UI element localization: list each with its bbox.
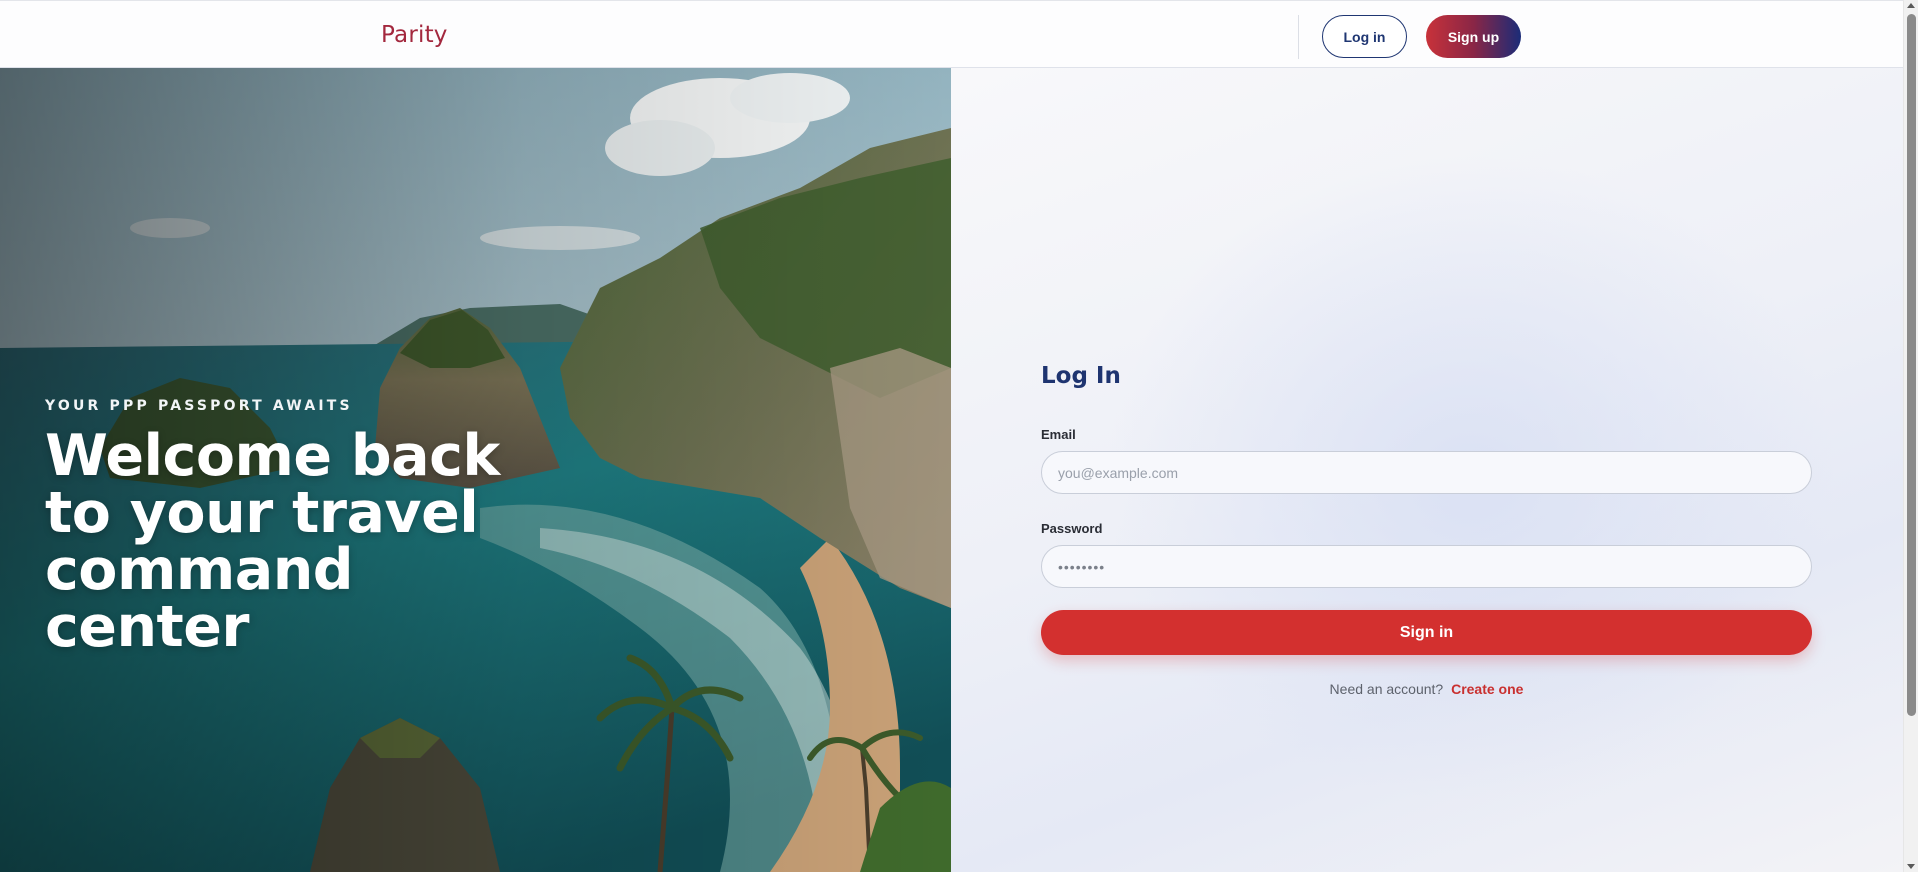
sign-in-button[interactable]: Sign in (1041, 610, 1812, 655)
hero-text: YOUR PPP PASSPORT AWAITS Welcome back to… (45, 398, 500, 656)
password-field[interactable] (1041, 545, 1812, 588)
email-label: Email (1041, 427, 1076, 442)
top-nav: Parity Log in Sign up (0, 0, 1903, 68)
email-field[interactable] (1041, 451, 1812, 494)
headline-line: Welcome back (45, 423, 500, 489)
password-label: Password (1041, 521, 1103, 536)
nav-divider (1298, 15, 1299, 59)
switch-prompt-text: Need an account? (1329, 681, 1444, 697)
login-button[interactable]: Log in (1322, 15, 1407, 58)
headline-line: to your travel (45, 480, 479, 546)
page: Parity Log in Sign up YOUR PPP PASSPORT … (0, 0, 1903, 872)
create-account-link[interactable]: Create one (1451, 681, 1523, 697)
signup-button[interactable]: Sign up (1426, 15, 1521, 58)
scroll-down-icon[interactable] (1907, 864, 1915, 869)
hero-headline: Welcome back to your travel command cent… (45, 428, 500, 656)
vertical-scrollbar[interactable] (1903, 0, 1918, 872)
headline-line: command (45, 537, 354, 603)
headline-line: center (45, 594, 250, 660)
scroll-thumb[interactable] (1907, 14, 1916, 716)
hero-eyebrow: YOUR PPP PASSPORT AWAITS (45, 398, 353, 414)
login-panel: Log In Email Password Sign in Need an ac… (951, 68, 1903, 872)
brand-logo[interactable]: Parity (381, 22, 448, 48)
hero-panel: YOUR PPP PASSPORT AWAITS Welcome back to… (0, 68, 951, 872)
scroll-up-icon[interactable] (1907, 3, 1915, 8)
login-form: Log In Email Password Sign in Need an ac… (1041, 363, 1812, 697)
create-account-prompt: Need an account? Create one (1041, 681, 1812, 697)
form-title: Log In (1041, 363, 1121, 389)
